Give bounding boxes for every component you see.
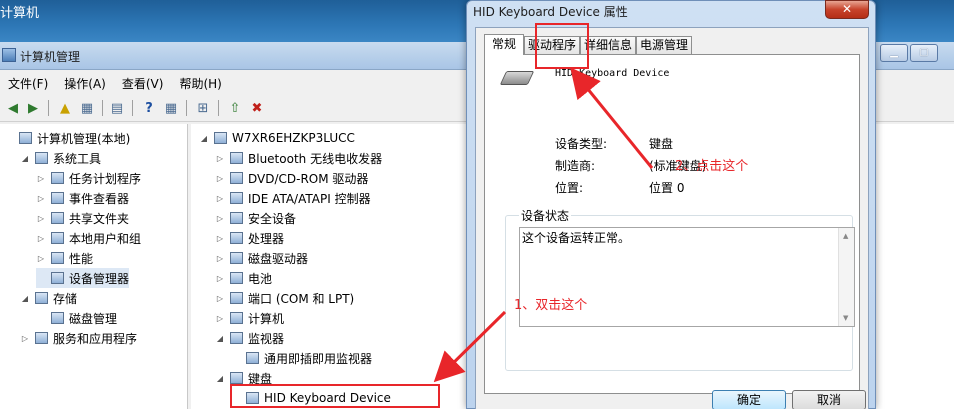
arrow-to-hid-device [433,310,507,383]
annotation-arrows [433,67,654,383]
arrow-to-driver-tab [570,67,654,169]
tab-general[interactable]: 常规 [484,34,525,55]
